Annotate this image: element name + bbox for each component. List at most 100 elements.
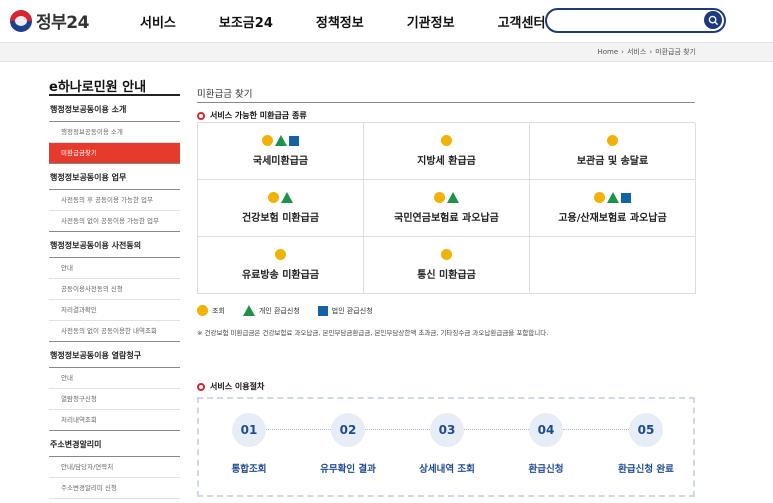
step-number: 03: [430, 413, 464, 447]
chevron-right-icon: ›: [621, 48, 624, 56]
main-content: 미환급금 찾기 서비스 가능한 미환급금 종류 국세미환급금 지방세 환급금 보…: [197, 86, 697, 497]
sidebar-item-consent-tasks[interactable]: 사전동의 후 공동이용 가능한 업무: [49, 190, 180, 211]
refund-cell-telecom[interactable]: 통신 미환급금: [364, 237, 530, 294]
process-steps: 01 통합조회 02 유무확인 결과 03 상세내역 조회 04 환급신청 05…: [199, 399, 693, 495]
legend-label: 개인 환급신청: [258, 306, 300, 315]
search-box: [545, 8, 726, 33]
step-label: 통합조회: [231, 464, 267, 475]
step-label: 환급신청 완료: [618, 464, 674, 475]
sidebar: e하나로민원 안내 행정정보공동이용 소개 행정정보공동이용 소개 미환급금찾기…: [49, 74, 180, 499]
sidebar-title: e하나로민원 안내: [49, 74, 180, 96]
triangle-icon: [607, 192, 619, 203]
triangle-icon: [275, 135, 287, 146]
step-number: 04: [529, 413, 563, 447]
circle-icon: [268, 192, 279, 203]
bullet-icon: [197, 382, 205, 391]
step-label: 유무확인 결과: [320, 464, 376, 475]
sidebar-item-inspection-guide[interactable]: 안내: [49, 368, 180, 389]
step-03: 03 상세내역 조회: [402, 413, 492, 475]
step-01: 01 통합조회: [204, 413, 294, 475]
sidebar-group-intro[interactable]: 행정정보공동이용 소개: [49, 96, 180, 122]
step-label: 환급신청: [528, 464, 564, 475]
cell-label: 건강보험 미환급금: [241, 213, 320, 224]
refund-cell-national-pension[interactable]: 국민연금보험료 과오납금: [364, 180, 530, 237]
sidebar-item-address-contact[interactable]: 안내/담당자/연락처: [49, 457, 180, 478]
triangle-icon: [281, 192, 293, 203]
legend-item-lookup: 조회: [197, 305, 225, 316]
circle-icon: [262, 135, 273, 146]
section-title: 서비스 가능한 미환급금 종류: [210, 111, 307, 120]
cell-label: 국세미환급금: [252, 156, 309, 167]
gov24-logo[interactable]: 정부24: [10, 8, 89, 33]
sidebar-item-address-apply[interactable]: 주소변경알리미 신청: [49, 478, 180, 499]
refund-cell-employment-insurance[interactable]: 고용/산재보험료 과오납금: [530, 180, 696, 237]
refund-cell-pay-tv[interactable]: 유료방송 미환급금: [198, 237, 364, 294]
nav-agency-info[interactable]: 기관정보: [407, 12, 455, 31]
circle-icon: [441, 249, 452, 260]
circle-icon: [594, 192, 605, 203]
breadcrumb-service[interactable]: 서비스: [627, 47, 646, 57]
breadcrumb-home[interactable]: Home: [598, 48, 619, 56]
search-icon: [708, 15, 718, 25]
step-04: 04 환급신청: [501, 413, 591, 475]
nav-policy-info[interactable]: 정책정보: [316, 12, 364, 31]
sidebar-item-consent-apply[interactable]: 공동이용사전동의 신청: [49, 279, 180, 300]
step-number: 02: [331, 413, 365, 447]
title-divider: [197, 102, 695, 103]
process-steps-box: 01 통합조회 02 유무확인 결과 03 상세내역 조회 04 환급신청 05…: [197, 397, 695, 497]
sidebar-item-no-consent-tasks[interactable]: 사전동의 없이 공동이용 가능한 업무: [49, 211, 180, 232]
nav-customer-center[interactable]: 고객센터: [498, 12, 546, 31]
refund-cell-national-tax[interactable]: 국세미환급금: [198, 123, 364, 180]
triangle-icon: [242, 305, 255, 316]
refund-cell-empty: [530, 237, 696, 294]
sidebar-item-unclaimed-refund[interactable]: 미환급금찾기: [49, 143, 180, 164]
step-05: 05 환급신청 완료: [601, 413, 691, 475]
cell-label: 국민연금보험료 과오납금: [394, 213, 499, 224]
page-title: 미환급금 찾기: [197, 89, 253, 100]
cell-label: 보관금 및 송달료: [576, 156, 649, 167]
legend-item-corporate: 법인 환급신청: [317, 305, 373, 316]
bullet-icon: [197, 111, 205, 120]
refund-type-grid: 국세미환급금 지방세 환급금 보관금 및 송달료 건강보험 미환급금 국민연금보…: [197, 122, 696, 294]
step-label: 상세내역 조회: [419, 464, 475, 475]
refund-cell-deposit[interactable]: 보관금 및 송달료: [530, 123, 696, 180]
legend-label: 법인 환급신청: [331, 306, 373, 315]
nav-subsidy24[interactable]: 보조금24: [219, 12, 273, 31]
triangle-icon: [447, 192, 459, 203]
cell-label: 유료방송 미환급금: [241, 270, 320, 281]
sidebar-item-process-history[interactable]: 처리내역조회: [49, 410, 180, 431]
breadcrumb-bar: Home › 서비스 › 미환급금 찾기: [0, 42, 773, 62]
sidebar-group-inspection[interactable]: 행정정보공동이용 열람청구: [49, 342, 180, 368]
refund-cell-local-tax[interactable]: 지방세 환급금: [364, 123, 530, 180]
square-icon: [289, 135, 299, 146]
step-number: 01: [232, 413, 266, 447]
sidebar-item-inspection-apply[interactable]: 열람청구신청: [49, 389, 180, 410]
sidebar-item-consent-guide[interactable]: 안내: [49, 258, 180, 279]
sidebar-group-tasks[interactable]: 행정정보공동이용 업무: [49, 164, 180, 190]
header: 정부24 서비스 보조금24 정책정보 기관정보 고객센터: [0, 0, 773, 42]
sidebar-group-consent[interactable]: 행정정보공동이용 사전동의: [49, 232, 180, 258]
circle-icon: [197, 305, 208, 316]
section-heading-process: 서비스 이용절차: [197, 381, 264, 392]
sidebar-item-result-check[interactable]: 처리결과확인: [49, 300, 180, 321]
square-icon: [317, 305, 328, 316]
main-nav: 서비스 보조금24 정책정보 기관정보 고객센터: [140, 12, 588, 31]
step-number: 05: [629, 413, 663, 447]
search-input[interactable]: [557, 11, 707, 32]
legend-item-personal: 개인 환급신청: [242, 305, 300, 316]
circle-icon: [275, 249, 286, 260]
sidebar-item-no-consent-history[interactable]: 사전동의 없이 공동이용한 내역조회: [49, 321, 180, 342]
refund-cell-health-insurance[interactable]: 건강보험 미환급금: [198, 180, 364, 237]
chevron-right-icon: ›: [649, 48, 653, 56]
nav-service[interactable]: 서비스: [140, 12, 176, 31]
square-icon: [621, 192, 631, 203]
step-02: 02 유무확인 결과: [303, 413, 393, 475]
circle-icon: [434, 192, 445, 203]
icon-legend: 조회 개인 환급신청 법인 환급신청: [197, 305, 391, 316]
health-insurance-note: ※ 건강보험 미환급금은 건강보험료 과오납금, 본인부담금환급금, 본인부담상…: [197, 329, 549, 337]
sidebar-group-address-alert[interactable]: 주소변경알리미: [49, 431, 180, 457]
section-heading-kinds: 서비스 가능한 미환급금 종류: [197, 110, 697, 121]
breadcrumb: Home › 서비스 › 미환급금 찾기: [598, 47, 697, 57]
search-button[interactable]: [704, 11, 722, 29]
sidebar-item-intro[interactable]: 행정정보공동이용 소개: [49, 122, 180, 143]
